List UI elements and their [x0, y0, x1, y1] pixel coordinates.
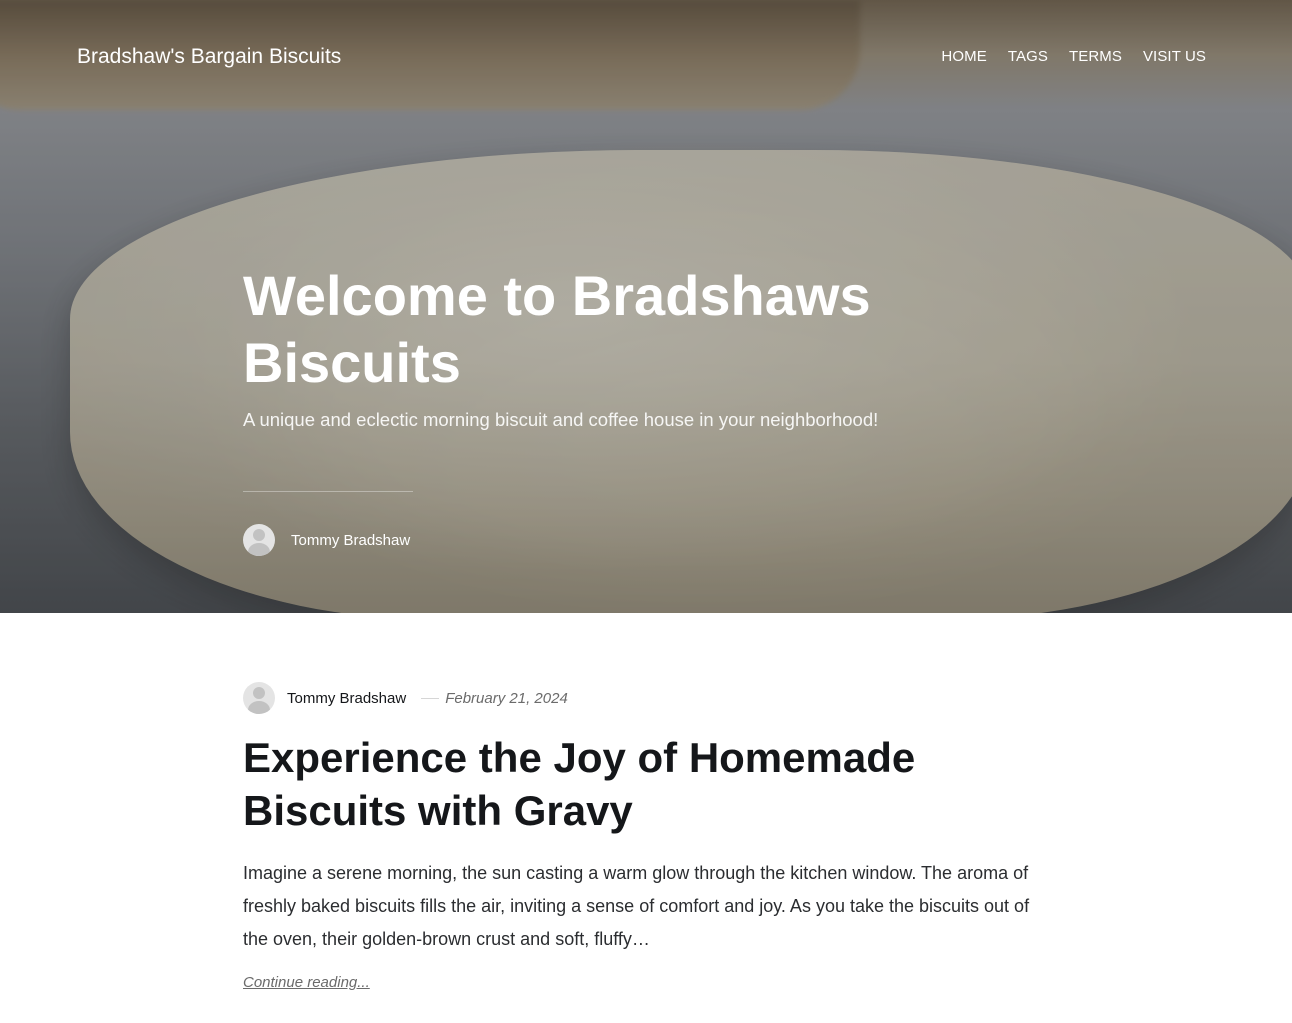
nav-visit-us[interactable]: VISIT US [1143, 48, 1206, 65]
post-excerpt: Imagine a serene morning, the sun castin… [243, 863, 1030, 949]
nav-tags[interactable]: TAGS [1008, 48, 1048, 65]
hero-banner: Bradshaw's Bargain Biscuits HOME TAGS TE… [0, 0, 1292, 613]
hero-author-name[interactable]: Tommy Bradshaw [291, 532, 410, 549]
post-meta: Tommy Bradshaw February 21, 2024 [243, 682, 1063, 714]
continue-reading-link[interactable]: Continue reading... [243, 974, 370, 991]
meta-separator [421, 697, 440, 699]
post-author-avatar-icon[interactable] [243, 682, 275, 714]
post-date: February 21, 2024 [445, 689, 568, 707]
main-nav: HOME TAGS TERMS VISIT US [941, 48, 1206, 65]
hero-subtitle: A unique and eclectic morning biscuit an… [243, 409, 879, 430]
post-title-link[interactable]: Experience the Joy of Homemade Biscuits … [243, 731, 1003, 837]
site-title-link[interactable]: Bradshaw's Bargain Biscuits [77, 45, 341, 69]
post-card: Tommy Bradshaw February 21, 2024 Experie… [243, 682, 1063, 992]
author-avatar-icon[interactable] [243, 524, 275, 556]
hero-author[interactable]: Tommy Bradshaw [243, 524, 410, 556]
nav-home[interactable]: HOME [941, 48, 986, 65]
nav-terms[interactable]: TERMS [1069, 48, 1122, 65]
hero-divider [243, 491, 413, 492]
hero-title: Welcome to Bradshaws Biscuits [243, 264, 871, 394]
post-author-name[interactable]: Tommy Bradshaw [287, 690, 406, 707]
